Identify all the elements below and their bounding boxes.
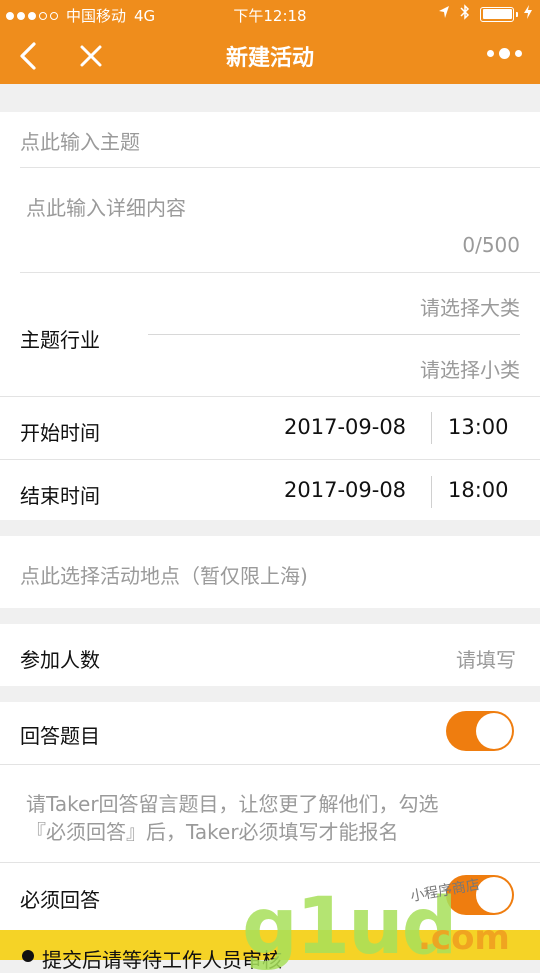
participants-label: 参加人数	[20, 648, 100, 672]
required-label: 必须回答	[20, 888, 100, 912]
answer-hint-line1: 请Taker回答留言题目，让您更了解他们，勾选	[26, 792, 439, 816]
page-title: 新建活动	[225, 46, 314, 71]
battery-icon	[480, 6, 518, 22]
participants-input[interactable]: 请填写	[456, 644, 516, 673]
start-time-label: 开始时间	[20, 421, 100, 445]
answer-toggle[interactable]	[446, 711, 514, 751]
more-button[interactable]	[487, 48, 522, 59]
end-time-label: 结束时间	[20, 484, 100, 508]
location-card: 点此选择活动地点（暂仅限上海)	[0, 536, 540, 608]
start-date-picker[interactable]: 2017-09-08	[284, 415, 406, 439]
participants-card: 参加人数 请填写	[0, 624, 540, 686]
detail-textarea[interactable]: 点此输入详细内容	[26, 192, 186, 221]
end-time-picker[interactable]: 18:00	[448, 478, 509, 502]
navigation-bar: 新建活动	[0, 28, 540, 84]
status-bar: 中国移动 4G 下午12:18	[0, 0, 540, 28]
subject-input[interactable]: 点此输入主题	[20, 126, 140, 155]
industry-label: 主题行业	[20, 328, 100, 352]
industry-major-select[interactable]: 请选择大类	[420, 292, 520, 321]
location-arrow-icon	[438, 5, 450, 23]
location-picker[interactable]: 点此选择活动地点（暂仅限上海)	[20, 560, 308, 589]
activity-basic-card: 点此输入主题 点此输入详细内容 0/500 主题行业 请选择大类 请选择小类 开…	[0, 112, 540, 520]
detail-char-counter: 0/500	[462, 233, 520, 257]
bullet-icon	[22, 950, 34, 962]
charging-icon	[524, 5, 532, 23]
end-date-picker[interactable]: 2017-09-08	[284, 478, 406, 502]
answer-hint-line2: 『必须回答』后，Taker必须填写才能报名	[26, 820, 399, 844]
watermark-suffix: .com	[418, 918, 510, 958]
answer-label: 回答题目	[20, 724, 100, 748]
start-time-picker[interactable]: 13:00	[448, 415, 509, 439]
bluetooth-icon	[460, 4, 470, 24]
industry-minor-select[interactable]: 请选择小类	[420, 354, 520, 383]
